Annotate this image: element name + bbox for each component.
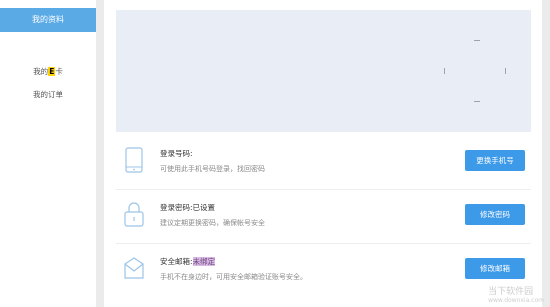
sidebar-item-label: 我的	[33, 67, 49, 76]
password-title: 登录密码:已设置	[160, 203, 216, 212]
email-title-label: 安全邮箱:	[160, 257, 193, 266]
security-row-password: 登录密码:已设置 建议定期更换密码，确保帐号安全 修改密码	[116, 190, 531, 244]
sidebar-item-my-orders[interactable]: 我的订单	[0, 89, 96, 100]
sidebar: 我的资料 我的E卡 我的订单	[0, 0, 96, 307]
change-password-button[interactable]: 修改密码	[465, 204, 525, 225]
watermark-text: 当下软件园	[488, 287, 534, 297]
sidebar-item-my-profile[interactable]: 我的资料	[0, 8, 96, 32]
security-row-phone: 登录号码: 可使用此手机号码登录，找回密码 更换手机号	[116, 136, 531, 190]
watermark: 当下软件园 www.downxia.com	[488, 284, 544, 304]
lock-icon	[124, 202, 144, 227]
avatar-placeholder	[444, 40, 506, 102]
watermark-url: www.downxia.com	[488, 297, 544, 304]
email-title: 安全邮箱:未绑定	[160, 256, 216, 267]
phone-title: 登录号码:	[160, 149, 193, 158]
phone-description: 可使用此手机号码登录，找回密码	[160, 165, 265, 173]
sidebar-item-label: 卡	[55, 67, 63, 76]
change-email-button[interactable]: 修改邮箱	[465, 258, 525, 279]
profile-banner	[116, 10, 531, 132]
phone-icon	[125, 147, 143, 173]
change-phone-button[interactable]: 更换手机号	[465, 150, 525, 171]
sidebar-item-my-ecard[interactable]: 我的E卡	[0, 66, 96, 77]
password-description: 建议定期更换密码，确保帐号安全	[160, 219, 265, 227]
email-status: 未绑定	[192, 257, 216, 266]
email-description: 手机不在身边时，可用安全邮箱验证账号安全。	[160, 273, 307, 281]
security-row-email: 安全邮箱:未绑定 手机不在身边时，可用安全邮箱验证账号安全。 修改邮箱	[116, 244, 531, 298]
main-content: 登录号码: 可使用此手机号码登录，找回密码 更换手机号 登录密码:已设置 建议定…	[104, 0, 542, 307]
mail-icon	[124, 257, 144, 279]
